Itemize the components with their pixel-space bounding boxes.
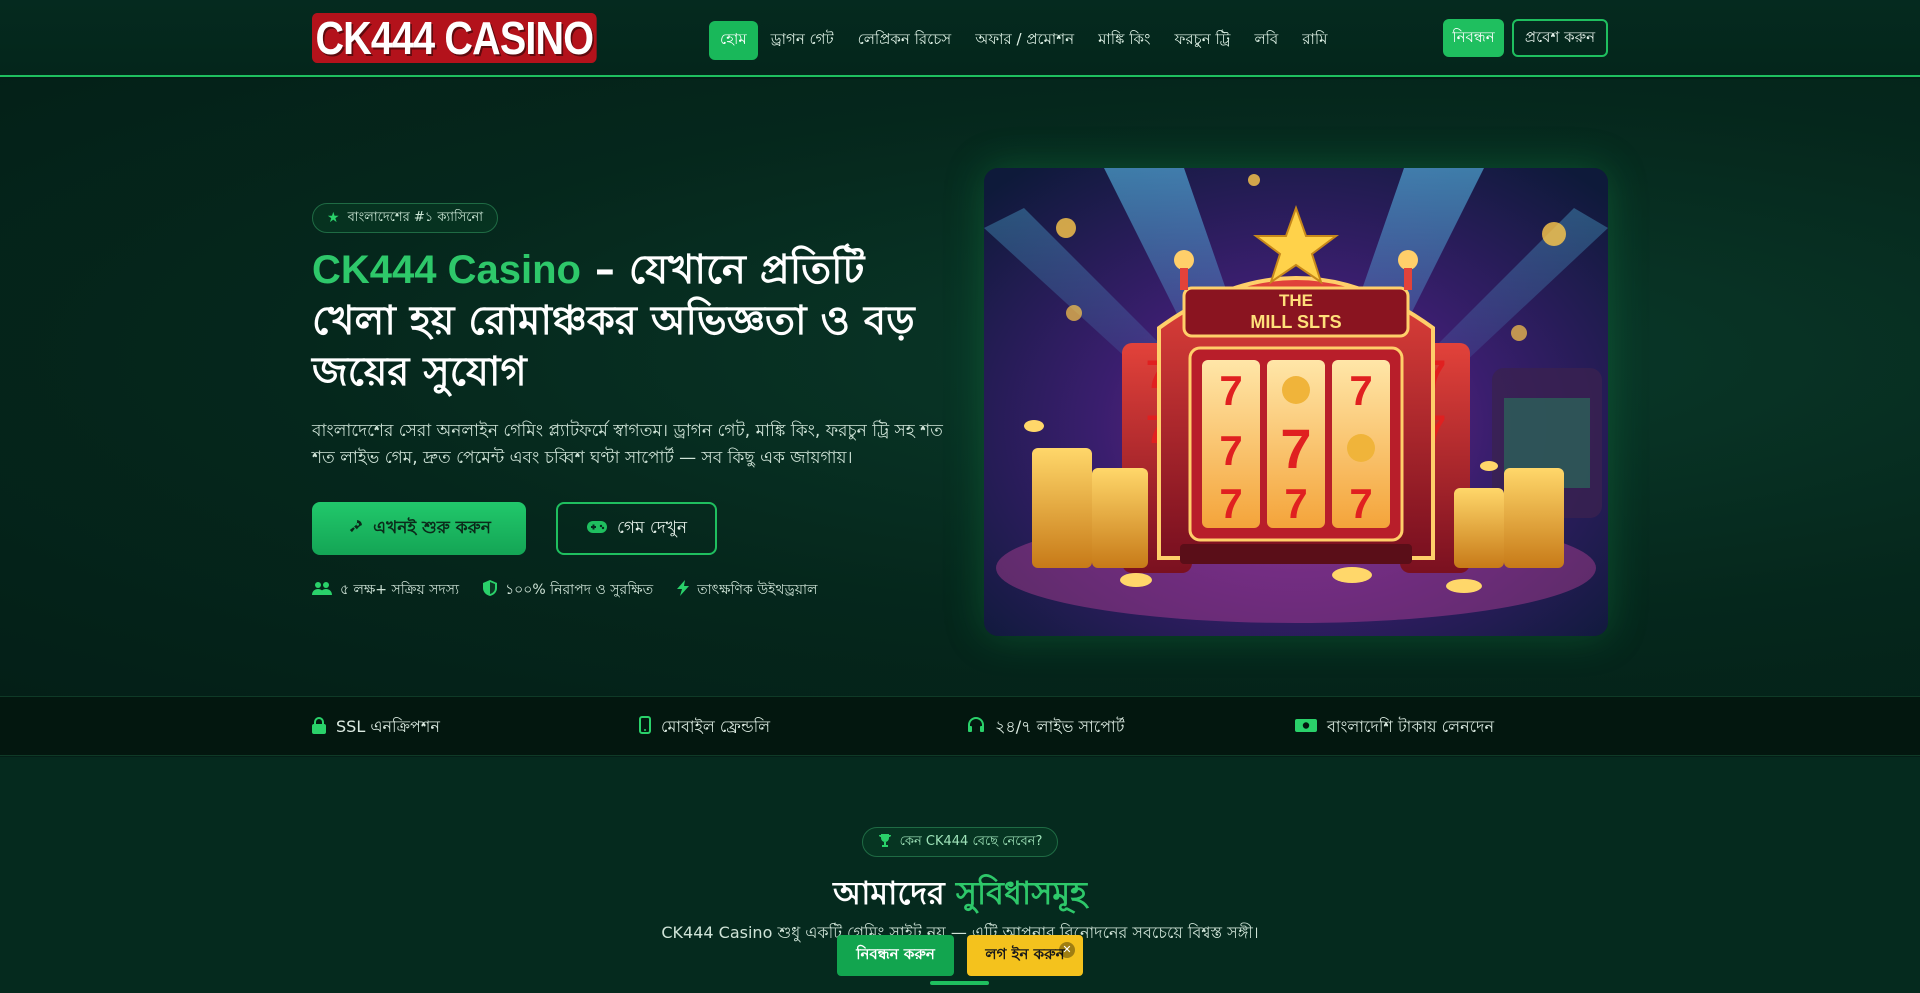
- svg-text:7: 7: [1280, 417, 1311, 480]
- trophy-icon: [878, 833, 892, 851]
- gamepad-icon: [586, 519, 608, 539]
- nav-item-fortune-tree[interactable]: ফরচুন ট্রি: [1163, 21, 1241, 60]
- features-description: CK444 Casino শুধু একটি গেমিং সাইট নয় — …: [661, 923, 1259, 942]
- users-icon: [312, 581, 332, 599]
- hero-description: বাংলাদেশের সেরা অনলাইন গেমিং প্ল্যাটফর্ম…: [312, 421, 943, 468]
- svg-text:THE: THE: [1279, 291, 1313, 310]
- header-register-button[interactable]: নিবন্ধন: [1443, 19, 1504, 57]
- svg-text:7: 7: [1349, 480, 1372, 527]
- trust-item-support: ২৪/৭ লাইভ সাপোর্ট: [967, 714, 1124, 741]
- start-now-button[interactable]: এখনই শুরু করুন: [312, 502, 526, 555]
- hero-badge: ★ বাংলাদেশের #১ ক্যাসিনো: [312, 203, 499, 233]
- svg-text:7: 7: [1349, 367, 1372, 414]
- stat-withdrawal-text: তাৎক্ষণিক উইথড্রয়াল: [697, 582, 818, 598]
- sticky-register-button[interactable]: নিবন্ধন করুন: [837, 935, 954, 976]
- nav-item-monkey-king[interactable]: মাঙ্কি কিং: [1087, 21, 1161, 60]
- star-icon: ★: [327, 210, 340, 226]
- nav-item-rummy[interactable]: রামি: [1291, 21, 1338, 60]
- stat-security-text: ১০০% নিরাপদ ও সুরক্ষিত: [505, 582, 654, 598]
- nav-item-home[interactable]: হোম: [709, 21, 758, 60]
- money-icon: [1295, 717, 1317, 738]
- stat-members-text: ৫ লক্ষ+ সক্রিয় সদস্য: [340, 582, 460, 598]
- view-games-label: গেম দেখুন: [616, 517, 688, 538]
- trust-item-ssl: SSL এনক্রিপশন: [312, 714, 440, 741]
- hero-title-brand: CK444 Casino: [312, 248, 581, 292]
- why-choose-badge: কেন CK444 বেছে নেবেন?: [862, 827, 1058, 857]
- trust-bar: SSL এনক্রিপশন মোবাইল ফ্রেন্ডলি ২৪/৭ লাইভ…: [0, 696, 1920, 756]
- hero-stats: ৫ লক্ষ+ সক্রিয় সদস্য ১০০% নিরাপদ ও সুরক…: [312, 578, 817, 602]
- hero-section: [0, 79, 1920, 696]
- bolt-icon: [677, 580, 690, 600]
- svg-text:7: 7: [1219, 367, 1242, 414]
- stat-security: ১০০% নিরাপদ ও সুরক্ষিত: [483, 578, 653, 602]
- svg-text:MILL SLTS: MILL SLTS: [1250, 312, 1341, 332]
- main-nav: হোম ড্রাগন গেট লেপ্রিকন রিচেস অফার / প্র…: [709, 21, 1341, 60]
- hero-slot-machine-image: 7 7 7 7 THE MILL SLTS 7 7 7 7 7 7 7: [984, 168, 1608, 636]
- close-icon[interactable]: ✕: [1059, 942, 1075, 958]
- trust-item-support-text: ২৪/৭ লাইভ সাপোর্ট: [995, 717, 1125, 736]
- nav-item-dragon-gate[interactable]: ড্রাগন গেট: [760, 21, 845, 60]
- start-now-label: এখনই শুরু করুন: [373, 517, 491, 538]
- trust-item-mobile: মোবাইল ফ্রেন্ডলি: [639, 714, 770, 741]
- rocket-icon: [347, 518, 364, 540]
- view-games-button[interactable]: গেম দেখুন: [556, 502, 717, 555]
- lock-icon: [312, 716, 326, 739]
- nav-item-offers[interactable]: অফার / প্রমোশন: [964, 21, 1085, 60]
- features-title-accent: সুবিধাসমূহ: [955, 874, 1087, 912]
- svg-text:7: 7: [1284, 480, 1307, 527]
- hero-badge-label: বাংলাদেশের #১ ক্যাসিনো: [347, 209, 484, 225]
- site-logo[interactable]: CK444 CASINO: [312, 13, 597, 63]
- nav-item-lobby[interactable]: লবি: [1243, 21, 1289, 60]
- sticky-bar-handle: [930, 981, 989, 985]
- hero-title: CK444 Casino – যেখানে প্রতিটি খেলা হয় র…: [312, 245, 952, 398]
- svg-text:7: 7: [1219, 427, 1242, 474]
- trust-item-mobile-text: মোবাইল ফ্রেন্ডলি: [661, 717, 771, 736]
- mobile-icon: [639, 716, 651, 739]
- stat-withdrawal: তাৎক্ষণিক উইথড্রয়াল: [677, 578, 817, 602]
- nav-item-leprechaun-riches[interactable]: লেপ্রিকন রিচেস: [847, 21, 963, 60]
- site-header: CK444 CASINO হোম ড্রাগন গেট লেপ্রিকন রিচ…: [0, 0, 1920, 77]
- svg-text:7: 7: [1219, 480, 1242, 527]
- shield-icon: [483, 580, 498, 600]
- features-title-plain: আমাদের: [833, 874, 956, 912]
- features-title: আমাদের সুবিধাসমূহ: [0, 868, 1920, 922]
- stat-members: ৫ লক্ষ+ সক্রিয় সদস্য: [312, 578, 459, 602]
- trust-item-ssl-text: SSL এনক্রিপশন: [336, 717, 440, 736]
- headset-icon: [967, 716, 985, 739]
- header-login-button[interactable]: প্রবেশ করুন: [1512, 19, 1608, 57]
- why-choose-badge-text: কেন CK444 বেছে নেবেন?: [899, 833, 1043, 849]
- trust-item-currency: বাংলাদেশি টাকায় লেনদেন: [1295, 714, 1494, 741]
- trust-item-currency-text: বাংলাদেশি টাকায় লেনদেন: [1327, 717, 1495, 736]
